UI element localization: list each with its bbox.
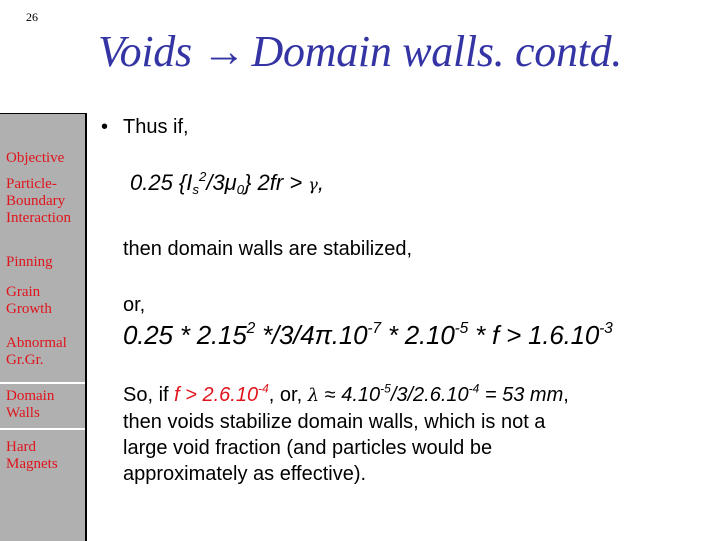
formula-superscript: -4 bbox=[258, 381, 269, 396]
formula-part: 0.25 * 2.15 bbox=[123, 320, 247, 350]
text-part: /3/2.6.10 bbox=[390, 384, 469, 406]
sidebar-item-domain-walls[interactable]: Domain Walls bbox=[0, 382, 85, 430]
formula-subscript: 0 bbox=[236, 181, 245, 197]
sidebar-item-label: Domain bbox=[6, 388, 55, 404]
text-part: ≈ bbox=[319, 384, 342, 406]
formula-numeric: 0.25 * 2.152 */3/4π.10-7 * 2.10-5 * f > … bbox=[123, 320, 613, 351]
slide-content: • Thus if, 0.25 {Is2/3μ0} 2fr > γ, then d… bbox=[0, 0, 720, 540]
formula-superscript: -3 bbox=[599, 320, 613, 338]
formula-part: * 2.10 bbox=[380, 320, 455, 350]
text-part: = 53 mm bbox=[479, 384, 564, 406]
formula-condition: 0.25 {Is2/3μ0} 2fr > γ, bbox=[130, 170, 324, 196]
lambda-symbol: λ bbox=[307, 385, 320, 406]
formula-superscript: -5 bbox=[454, 320, 469, 338]
formula-part: * f > 1.6.10 bbox=[468, 320, 600, 350]
formula-subscript: s bbox=[192, 181, 199, 197]
text-part: So, if bbox=[123, 384, 175, 406]
highlighted-condition: f > 2.6.10-4 bbox=[174, 381, 269, 406]
or-text: or, bbox=[123, 294, 146, 316]
bullet-icon: • bbox=[101, 116, 109, 138]
bullet-text: Thus if, bbox=[123, 116, 189, 138]
formula-part: /3μ bbox=[206, 170, 237, 195]
bullet-item: • Thus if, bbox=[101, 116, 189, 139]
sidebar-item-label: Walls bbox=[6, 405, 40, 421]
formula-part: 0.25 {I bbox=[130, 170, 193, 195]
paragraph-line: large void fraction (and particles would… bbox=[123, 437, 493, 459]
formula-superscript: -4 bbox=[468, 381, 480, 396]
paragraph-line: So, if f > 2.6.10-4, or, λ ≈ 4.10-5/3/2.… bbox=[123, 382, 569, 409]
paragraph-line: then voids stabilize domain walls, which… bbox=[123, 411, 546, 433]
formula-superscript: -5 bbox=[380, 381, 391, 396]
conclusion-paragraph: So, if f > 2.6.10-4, or, λ ≈ 4.10-5/3/2.… bbox=[123, 382, 569, 487]
formula-superscript: 2 bbox=[246, 320, 256, 338]
then-text: then domain walls are stabilized, bbox=[123, 238, 413, 260]
gamma-symbol: γ bbox=[308, 175, 318, 194]
text-part: f > 2.6.10 bbox=[174, 384, 259, 406]
text-part: , or, bbox=[268, 384, 308, 406]
formula-part: , bbox=[317, 170, 324, 195]
text-part: , bbox=[563, 384, 569, 406]
formula-superscript: -7 bbox=[367, 320, 381, 338]
formula-part: } 2fr > bbox=[244, 170, 309, 195]
text-part: 4.10 bbox=[341, 384, 381, 406]
formula-part: */3/4π.10 bbox=[255, 320, 368, 350]
paragraph-line: approximately as effective). bbox=[123, 463, 367, 485]
